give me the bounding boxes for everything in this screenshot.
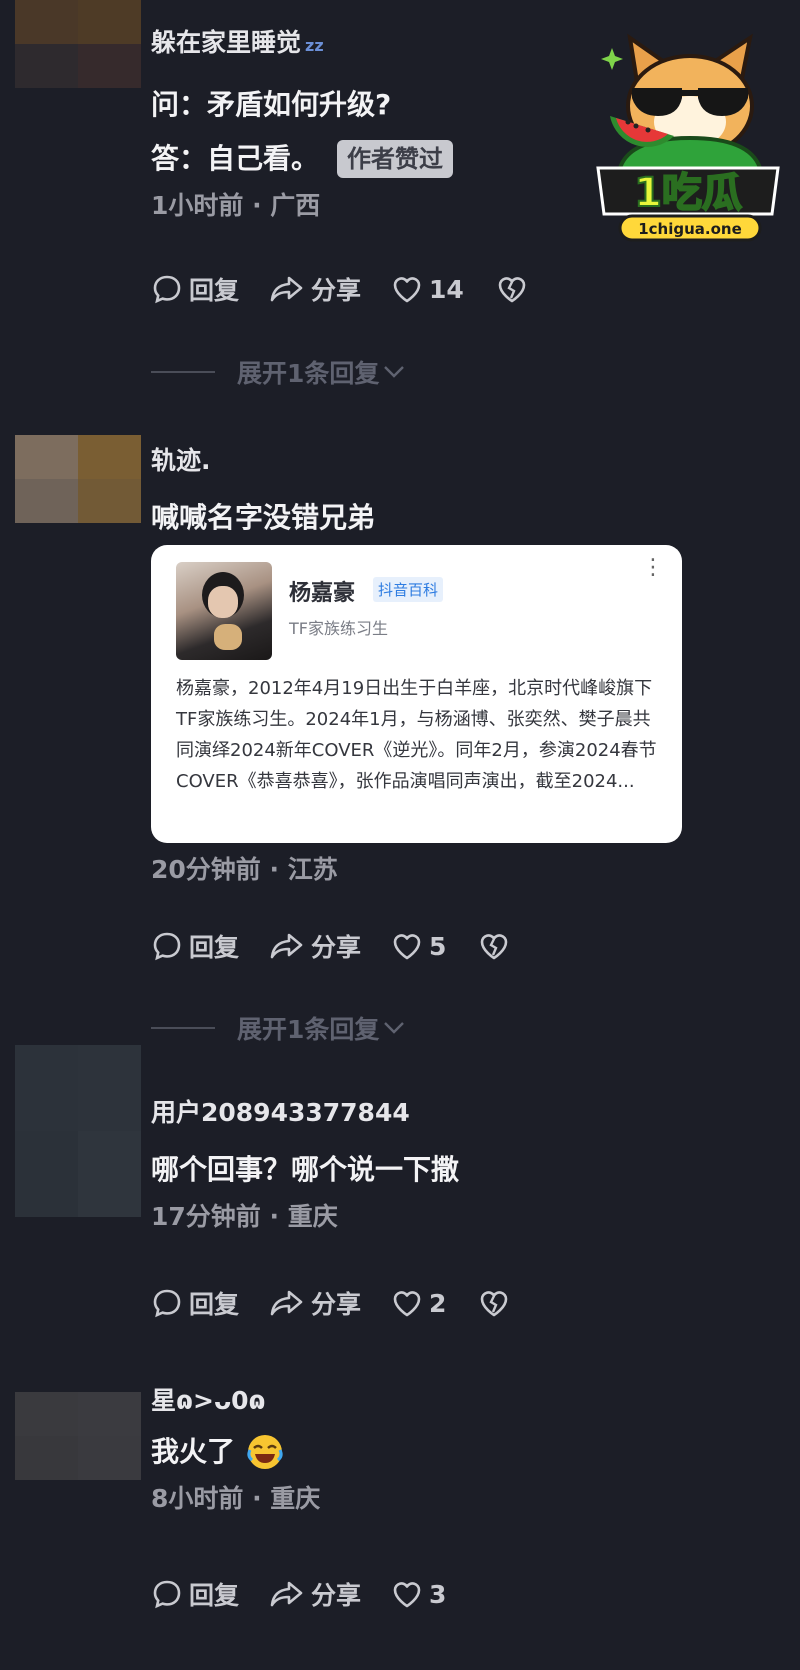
reply-button[interactable]: 回复: [151, 1285, 239, 1321]
expand-replies-button[interactable]: 展开1条回复: [151, 354, 405, 390]
expand-replies-button[interactable]: 展开1条回复: [151, 1010, 405, 1046]
avatar[interactable]: [15, 0, 141, 88]
reply-button[interactable]: 回复: [151, 271, 239, 307]
like-button[interactable]: 14: [391, 274, 464, 304]
more-icon[interactable]: ⋮: [642, 557, 664, 579]
like-button[interactable]: 3: [391, 1579, 446, 1609]
broken-heart-icon: [498, 277, 526, 303]
heart-icon: [393, 934, 421, 960]
comment-icon: [153, 1289, 181, 1318]
broken-heart-icon: [481, 1291, 508, 1317]
share-icon: [270, 276, 303, 302]
card-description: 杨嘉豪，2012年4月19日出生于白羊座，北京时代峰峻旗下TF家族练习生。202…: [176, 678, 657, 792]
avatar[interactable]: [15, 1045, 141, 1217]
share-button[interactable]: 分享: [269, 928, 361, 964]
share-icon: [270, 1581, 303, 1607]
chevron-down-icon: [384, 1022, 405, 1034]
share-icon: [270, 933, 303, 959]
heart-icon: [393, 277, 421, 303]
username[interactable]: 轨迹.: [151, 444, 780, 478]
dislike-button[interactable]: [478, 1288, 516, 1318]
share-button[interactable]: 分享: [269, 1576, 361, 1612]
like-button[interactable]: 2: [391, 1288, 446, 1318]
reply-button[interactable]: 回复: [151, 1576, 239, 1612]
dislike-button[interactable]: [496, 274, 534, 304]
share-icon: [270, 1290, 303, 1316]
comment-feed: 躲在家里睡觉 zz 问：矛盾如何升级? 答：自己看。 作者赞过 1小时前 · 广西…: [0, 0, 800, 1670]
share-button[interactable]: 分享: [269, 271, 361, 307]
laughing-emoji-icon: [247, 1435, 283, 1469]
watermark-url: 1chigua.one: [638, 220, 742, 238]
sleep-icon: zz: [305, 36, 324, 55]
card-subtitle: TF家族练习生: [289, 619, 388, 638]
author-liked-badge: 作者赞过: [337, 140, 454, 178]
comment-meta: 8小时前 · 重庆: [151, 1484, 321, 1513]
card-name: 杨嘉豪: [289, 581, 356, 606]
heart-icon: [393, 1582, 421, 1608]
broken-heart-icon: [481, 934, 508, 960]
dislike-button[interactable]: [478, 931, 516, 961]
divider: [151, 1027, 215, 1029]
divider: [151, 371, 215, 373]
comment-text: 喊喊名字没错兄弟: [151, 501, 376, 534]
username[interactable]: 用户208943377844: [151, 1096, 780, 1130]
comment-icon: [153, 932, 181, 961]
profile-photo: [176, 562, 272, 660]
username[interactable]: 星ɷ>ᴗ0ɷ: [151, 1384, 780, 1418]
like-button[interactable]: 5: [391, 931, 446, 961]
comment-icon: [153, 275, 181, 304]
card-source-tag: 抖音百科: [373, 577, 444, 602]
watermark-brand: 1吃瓜: [634, 170, 742, 216]
watermark-sticker: 1吃瓜 1chigua.one: [596, 33, 780, 242]
encyclopedia-card[interactable]: 杨嘉豪 抖音百科 TF家族练习生 ⋮ 杨嘉豪，2012年4月19日出生于白羊座，…: [151, 545, 682, 843]
chevron-down-icon: [384, 366, 405, 378]
share-button[interactable]: 分享: [269, 1285, 361, 1321]
comment-meta: 17分钟前 · 重庆: [151, 1202, 338, 1231]
avatar[interactable]: [15, 1392, 141, 1480]
comment-text: 哪个回事？哪个说一下撒: [151, 1153, 460, 1186]
reply-button[interactable]: 回复: [151, 928, 239, 964]
heart-icon: [393, 1291, 421, 1317]
avatar[interactable]: [15, 435, 141, 523]
comment-meta: 20分钟前 · 江苏: [151, 855, 338, 884]
comment-text: 我火了: [151, 1435, 236, 1468]
comment-icon: [153, 1580, 181, 1609]
comment-text: 答：自己看。: [151, 142, 320, 175]
